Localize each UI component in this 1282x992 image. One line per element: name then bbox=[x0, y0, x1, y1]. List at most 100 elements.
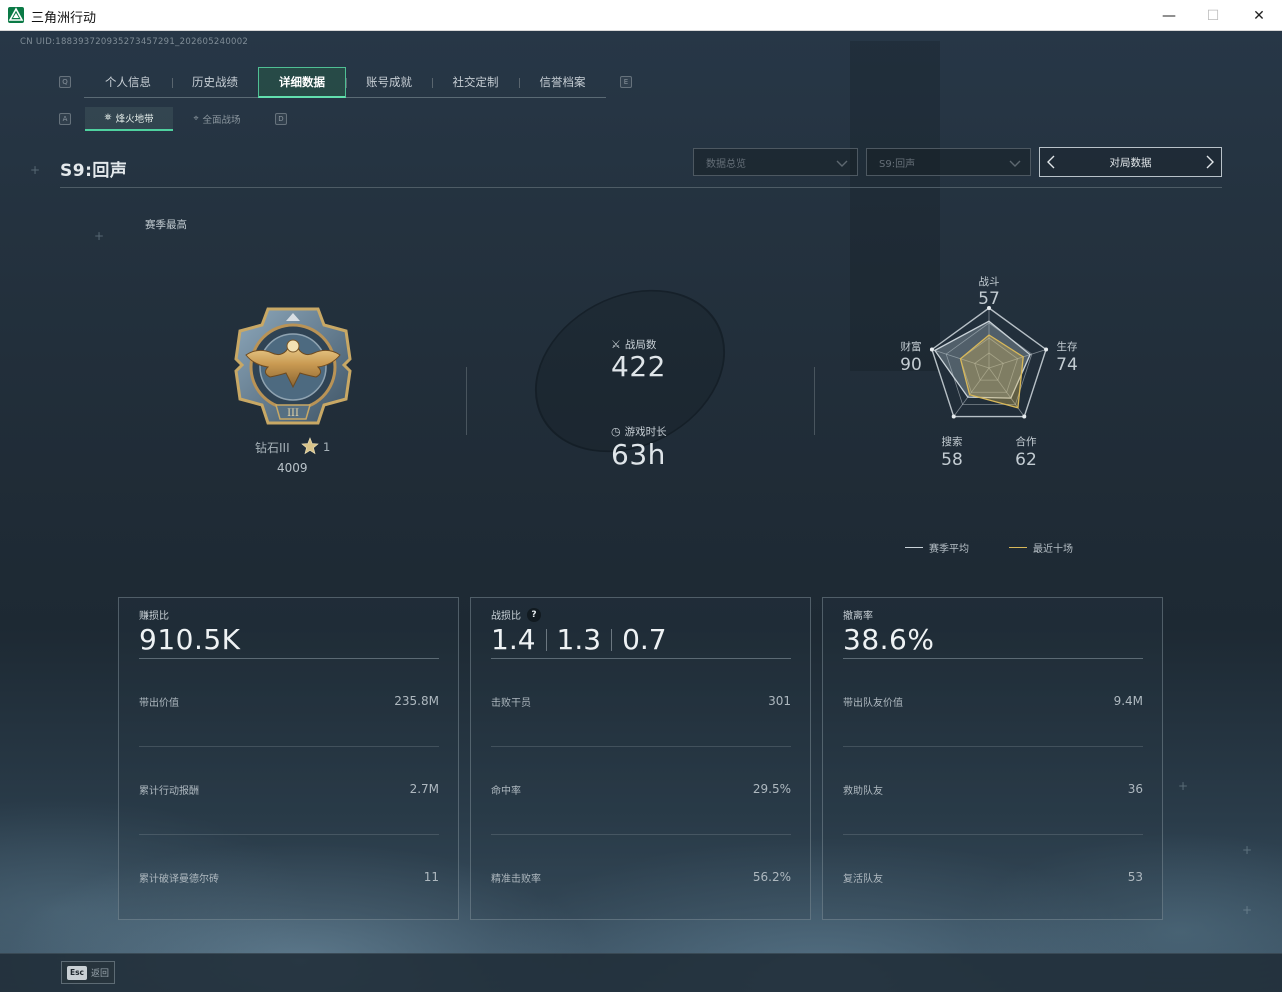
clock-icon: ◷ bbox=[611, 425, 621, 438]
radar-label-wealth: 财富 bbox=[900, 341, 922, 353]
stat-row-label: 命中率 bbox=[491, 786, 521, 797]
kd-ratio-value: 0.7 bbox=[622, 623, 667, 656]
chevron-left-icon[interactable] bbox=[1044, 154, 1060, 170]
playtime-label: ◷ 游戏时长 bbox=[611, 424, 667, 439]
subtab-all-out-war[interactable]: ⌖ 全面战场 bbox=[173, 107, 261, 131]
decor-plus-mark: + bbox=[30, 163, 41, 177]
window-title: 三角洲行动 bbox=[31, 11, 97, 26]
stat-row-label: 击败干员 bbox=[491, 698, 531, 709]
window-titlebar: 三角洲行动 — ☐ ✕ bbox=[0, 0, 1282, 31]
legend-recent-ten: 最近十场 bbox=[1009, 540, 1073, 555]
subtab-label: 全面战场 bbox=[202, 115, 241, 126]
season-title: S9:回声 bbox=[60, 161, 128, 181]
chevron-right-icon[interactable] bbox=[1201, 154, 1217, 170]
legend-swatch bbox=[1009, 547, 1027, 548]
kd-ratio-value: 1.3 bbox=[556, 623, 602, 656]
back-button-label: 返回 bbox=[91, 969, 110, 979]
tab-personal-info[interactable]: 个人信息 bbox=[84, 67, 172, 97]
playtime-value: 63h bbox=[611, 438, 666, 471]
data-type-value: 数据总览 bbox=[706, 158, 746, 170]
stat-row-label: 救助队友 bbox=[843, 786, 883, 797]
stat-row-value: 53 bbox=[1127, 870, 1143, 884]
extraction-rate-card: 撤离率 38.6% 带出队友价值 9.4M 救助队友 36 复活队友 53 bbox=[822, 597, 1163, 920]
profit-ratio-card: 赚损比 910.5K 带出价值 235.8M 累计行动报酬 2.7M 累计破译曼… bbox=[118, 597, 459, 920]
stat-row: 累计行动报酬 2.7M bbox=[139, 782, 439, 802]
next-subtab-key-hint[interactable]: D bbox=[275, 113, 287, 125]
subtab-label: 烽火地带 bbox=[115, 114, 154, 125]
stat-row-value: 301 bbox=[768, 694, 791, 708]
stat-row: 带出队友价值 9.4M bbox=[843, 694, 1143, 714]
match-data-navigator: 对局数据 bbox=[1039, 147, 1222, 177]
prev-subtab-key-hint[interactable]: A bbox=[59, 113, 71, 125]
stat-row-label: 带出价值 bbox=[139, 698, 179, 709]
decor-plus-mark: + bbox=[1242, 903, 1253, 917]
stat-row-value: 9.4M bbox=[1113, 694, 1143, 708]
radar-value-search: 58 bbox=[941, 450, 963, 470]
mode-subtabs: ⛯ 烽火地带 ⌖ 全面战场 bbox=[85, 107, 261, 131]
stat-row-value: 56.2% bbox=[752, 870, 791, 884]
section-divider bbox=[60, 187, 1222, 188]
value-separator bbox=[545, 628, 547, 651]
data-type-dropdown[interactable]: 数据总览 bbox=[693, 148, 858, 176]
rank-score: 4009 bbox=[277, 461, 308, 475]
card-divider bbox=[491, 658, 791, 659]
season-dropdown-value: S9:回声 bbox=[879, 158, 916, 170]
stats-divider bbox=[466, 367, 467, 435]
row-divider bbox=[843, 746, 1143, 747]
legend-recent-ten-label: 最近十场 bbox=[1033, 544, 1073, 555]
maximize-button[interactable]: ☐ bbox=[1190, 0, 1236, 31]
chevron-down-icon bbox=[836, 160, 848, 167]
playtime-label-text: 游戏时长 bbox=[624, 426, 667, 438]
row-divider bbox=[139, 834, 439, 835]
game-viewport: CN UID:1883937209352734572​91_2026052400… bbox=[0, 31, 1282, 992]
tab-credit-record[interactable]: 信誉档案 bbox=[519, 67, 606, 97]
subtab-hazard-zone[interactable]: ⛯ 烽火地带 bbox=[85, 107, 173, 131]
app-logo-icon bbox=[8, 7, 24, 23]
stat-row: 击败干员 301 bbox=[491, 694, 791, 714]
value-separator bbox=[611, 628, 613, 651]
card-title-text: 战损比 bbox=[491, 611, 521, 622]
tab-match-history[interactable]: 历史战绩 bbox=[172, 67, 258, 97]
stat-row-label: 带出队友价值 bbox=[843, 698, 903, 709]
stat-row: 复活队友 53 bbox=[843, 870, 1143, 890]
radar-label-cooperation: 合作 bbox=[1015, 436, 1037, 448]
radar-label-survival: 生存 bbox=[1056, 341, 1078, 353]
flame-icon: ⛯ bbox=[104, 113, 112, 123]
extraction-rate-value: 38.6% bbox=[843, 623, 935, 656]
radar-label-search: 搜索 bbox=[941, 436, 963, 448]
card-title: 赚损比 bbox=[139, 611, 169, 622]
profit-ratio-value: 910.5K bbox=[139, 623, 241, 656]
decor-plus-mark: + bbox=[94, 229, 105, 243]
esc-key-hint: Esc bbox=[67, 965, 87, 980]
row-divider bbox=[139, 746, 439, 747]
stat-row: 累计破译曼德尔砖 11 bbox=[139, 870, 439, 890]
row-divider bbox=[491, 834, 791, 835]
decor-plus-mark: + bbox=[1178, 779, 1189, 793]
stat-row-label: 复活队友 bbox=[843, 874, 883, 885]
stat-row: 带出价值 235.8M bbox=[139, 694, 439, 714]
tab-social-customization[interactable]: 社交定制 bbox=[432, 67, 519, 97]
star-icon bbox=[301, 437, 319, 455]
radar-value-combat: 57 bbox=[978, 289, 1000, 309]
radar-value-survival: 74 bbox=[1056, 355, 1078, 375]
rank-star-count: 1 bbox=[323, 440, 331, 454]
minimize-button[interactable]: — bbox=[1146, 0, 1192, 31]
season-dropdown[interactable]: S9:回声 bbox=[866, 148, 1031, 176]
tab-achievements[interactable]: 账号成就 bbox=[346, 67, 432, 97]
radar-vertex-dot bbox=[951, 414, 956, 419]
legend-season-average-label: 赛季平均 bbox=[929, 544, 969, 555]
prev-tab-key-hint[interactable]: Q bbox=[59, 76, 71, 88]
radar-value-wealth: 90 bbox=[900, 355, 922, 375]
close-button[interactable]: ✕ bbox=[1236, 0, 1282, 31]
stat-row: 救助队友 36 bbox=[843, 782, 1143, 802]
help-icon[interactable]: ? bbox=[527, 607, 541, 622]
main-tabs: 个人信息 历史战绩 详细数据 账号成就 社交定制 信誉档案 bbox=[84, 67, 606, 98]
next-tab-key-hint[interactable]: E bbox=[620, 76, 632, 88]
svg-text:III: III bbox=[287, 408, 299, 419]
season-highest-label: 赛季最高 bbox=[145, 219, 187, 231]
stat-row: 命中率 29.5% bbox=[491, 782, 791, 802]
radar-vertex-dot bbox=[1022, 414, 1027, 419]
stat-row-label: 精准击败率 bbox=[491, 874, 541, 885]
tab-detailed-data[interactable]: 详细数据 bbox=[258, 67, 346, 98]
back-button[interactable]: Esc 返回 bbox=[61, 961, 115, 984]
